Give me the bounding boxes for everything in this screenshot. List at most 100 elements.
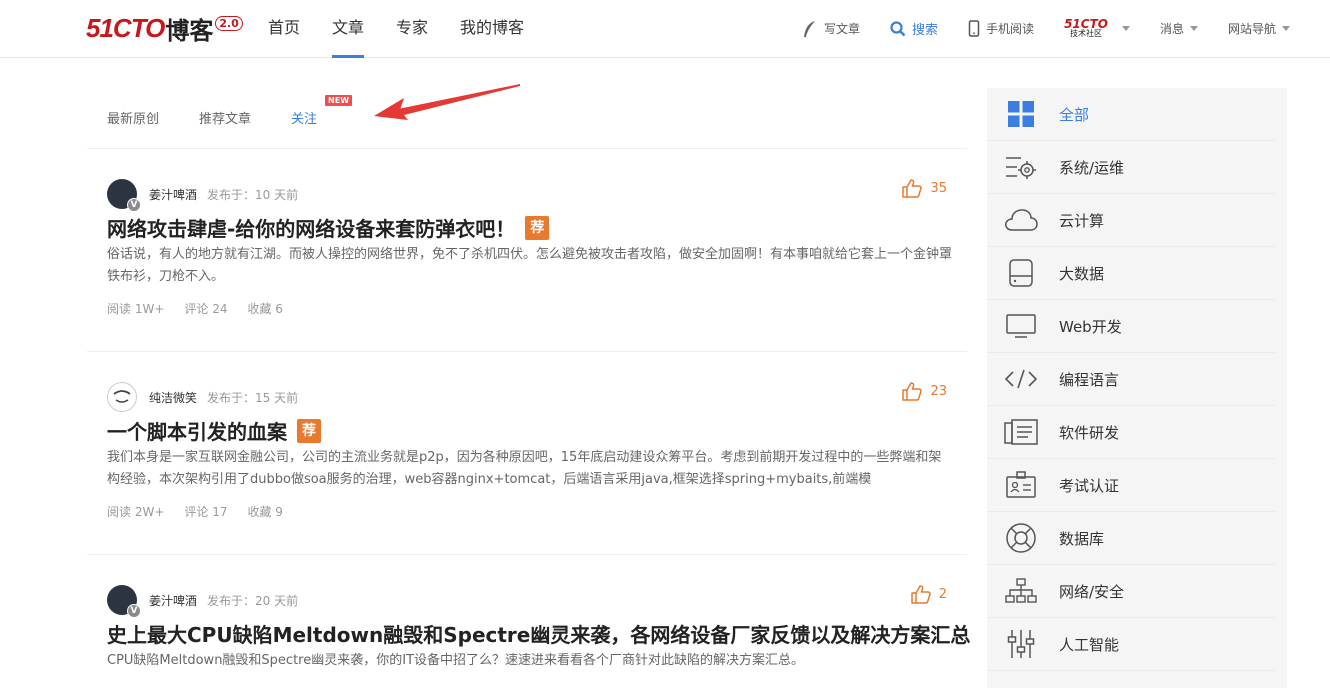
top-header: 51CTO 博客 2.0 首页 文章 专家 我的博客 写文章 搜索 手机阅读 5… — [0, 0, 1330, 58]
thumbs-up-icon — [902, 179, 923, 198]
article-title-text: 网络攻击肆虐-给你的网络设备来套防弹衣吧！ — [107, 217, 516, 241]
category-sidebar: 全部 系统/运维 云计算 大数据 Web开发 编程语言 软件研发 考试认证 数据… — [987, 88, 1287, 688]
article-stats: 阅读 2W+ 评论 17 收藏 9 — [107, 503, 303, 520]
site-logo[interactable]: 51CTO 博客 2.0 — [86, 12, 243, 45]
nav-my-blog[interactable]: 我的博客 — [460, 0, 524, 58]
category-software[interactable]: 软件研发 — [987, 406, 1275, 459]
community-logo: 51CTO 技术社区 — [1064, 18, 1108, 39]
like-button[interactable]: 23 — [902, 382, 947, 401]
tab-follow-label: 关注 — [291, 112, 318, 127]
site-nav-menu[interactable]: 网站导航 — [1228, 20, 1290, 37]
category-label: 人工智能 — [1059, 635, 1120, 654]
like-button[interactable]: 35 — [902, 179, 947, 198]
nav-home[interactable]: 首页 — [268, 0, 300, 58]
category-programming[interactable]: 编程语言 — [987, 353, 1275, 406]
article-tabs: 最新原创 推荐文章 关注 NEW — [107, 95, 357, 127]
publish-time: 发布于：10 天前 — [207, 187, 299, 202]
category-label: 系统/运维 — [1059, 158, 1125, 177]
category-label: 全部 — [1059, 105, 1090, 124]
search-link[interactable]: 搜索 — [890, 19, 938, 38]
avatar[interactable] — [107, 382, 137, 412]
category-label: 网络/安全 — [1059, 582, 1125, 601]
like-button[interactable]: 2 — [910, 585, 947, 604]
sliders-icon — [1003, 626, 1039, 662]
nav-articles[interactable]: 文章 — [332, 0, 365, 58]
code-icon — [1003, 361, 1039, 397]
article-item: 纯洁微笑 发布于：15 天前 23 一个脚本引发的血案 荐 我们本身是一家互联网… — [87, 352, 967, 555]
category-cloud[interactable]: 云计算 — [987, 194, 1275, 247]
read-count: 阅读 1W+ — [107, 302, 165, 316]
category-all[interactable]: 全部 — [987, 88, 1275, 141]
monitor-icon — [1003, 308, 1039, 344]
favorite-count: 收藏 9 — [247, 505, 283, 519]
messages-label: 消息 — [1159, 22, 1184, 36]
tab-follow[interactable]: 关注 NEW — [291, 95, 353, 127]
smile-face-icon — [113, 390, 131, 403]
nav-experts[interactable]: 专家 — [396, 0, 428, 58]
article-summary: CPU缺陷Meltdown融毁和Spectre幽灵来袭，你的IT设备中招了么？速… — [107, 653, 805, 668]
like-count: 2 — [938, 587, 947, 602]
search-icon — [890, 20, 906, 36]
avatar[interactable]: V — [107, 585, 141, 618]
harddisk-icon — [1003, 255, 1039, 291]
category-label: Web开发 — [1059, 317, 1122, 336]
thumbs-up-icon — [910, 585, 931, 604]
article-item: V 姜汁啤酒 发布于：20 天前 2 史上最大CPU缺陷Meltdown融毁和S… — [87, 555, 970, 688]
chevron-down-icon — [1282, 26, 1290, 31]
cloud-icon — [1003, 202, 1039, 238]
article-title[interactable]: 网络攻击肆虐-给你的网络设备来套防弹衣吧！ 荐 — [107, 213, 550, 242]
category-sysops[interactable]: 系统/运维 — [987, 141, 1275, 194]
verified-badge-icon: V — [127, 198, 141, 212]
community-menu[interactable]: 51CTO 技术社区 — [1064, 18, 1130, 39]
category-label: 大数据 — [1059, 264, 1105, 283]
author-name[interactable]: 纯洁微笑 — [149, 389, 197, 406]
favorite-count: 收藏 6 — [247, 302, 283, 316]
id-card-icon — [1003, 467, 1039, 503]
write-article-link[interactable]: 写文章 — [802, 20, 860, 38]
category-network-security[interactable]: 网络/安全 — [987, 565, 1275, 618]
write-article-label: 写文章 — [824, 22, 861, 36]
mobile-read-label: 手机阅读 — [986, 22, 1035, 36]
category-label: 云计算 — [1059, 211, 1105, 230]
logo-51cto: 51CTO — [86, 12, 165, 43]
category-label: 数据库 — [1059, 529, 1105, 548]
category-label: 编程语言 — [1059, 370, 1120, 389]
article-item: V 姜汁啤酒 发布于：10 天前 35 网络攻击肆虐-给你的网络设备来套防弹衣吧… — [87, 149, 967, 352]
mobile-read-link[interactable]: 手机阅读 — [968, 20, 1034, 37]
article-title-text: 一个脚本引发的血案 — [107, 420, 287, 444]
thumbs-up-icon — [902, 382, 923, 401]
category-database[interactable]: 数据库 — [987, 512, 1275, 565]
category-label: 软件研发 — [1059, 423, 1120, 442]
chevron-down-icon — [1189, 26, 1198, 31]
article-meta: V 姜汁啤酒 发布于：20 天前 — [107, 585, 299, 618]
article-title[interactable]: 史上最大CPU缺陷Meltdown融毁和Spectre幽灵来袭，各网络设备厂家反… — [107, 619, 970, 648]
comment-count: 评论 24 — [184, 302, 228, 316]
article-meta: 纯洁微笑 发布于：15 天前 — [107, 382, 298, 412]
like-count: 23 — [930, 384, 947, 399]
publish-time: 发布于：20 天前 — [207, 593, 299, 608]
settings-list-icon — [1003, 149, 1039, 185]
comment-count: 评论 17 — [184, 505, 228, 519]
search-label: 搜索 — [912, 23, 939, 38]
category-certification[interactable]: 考试认证 — [987, 459, 1275, 512]
chevron-down-icon — [1121, 26, 1130, 31]
tab-latest[interactable]: 最新原创 — [107, 108, 159, 127]
author-name[interactable]: 姜汁啤酒 — [149, 186, 197, 203]
recommended-badge: 荐 — [297, 418, 321, 443]
tab-recommended[interactable]: 推荐文章 — [199, 108, 251, 127]
category-ai[interactable]: 人工智能 — [987, 618, 1275, 671]
avatar[interactable]: V — [107, 179, 141, 212]
verified-badge-icon: V — [127, 604, 141, 618]
site-nav-label: 网站导航 — [1227, 22, 1276, 36]
header-actions: 写文章 搜索 手机阅读 51CTO 技术社区 消息 网站导航 — [772, 0, 1290, 57]
feather-pen-icon — [804, 20, 816, 37]
category-bigdata[interactable]: 大数据 — [987, 247, 1275, 300]
article-meta: V 姜汁啤酒 发布于：10 天前 — [107, 179, 299, 212]
category-webdev[interactable]: Web开发 — [987, 300, 1275, 353]
read-count: 阅读 2W+ — [107, 505, 165, 519]
author-name[interactable]: 姜汁啤酒 — [149, 592, 197, 609]
messages-menu[interactable]: 消息 — [1160, 20, 1198, 37]
recommended-badge: 荐 — [525, 215, 550, 240]
publish-time: 发布于：15 天前 — [207, 390, 299, 405]
article-title[interactable]: 一个脚本引发的血案 荐 — [107, 416, 321, 445]
